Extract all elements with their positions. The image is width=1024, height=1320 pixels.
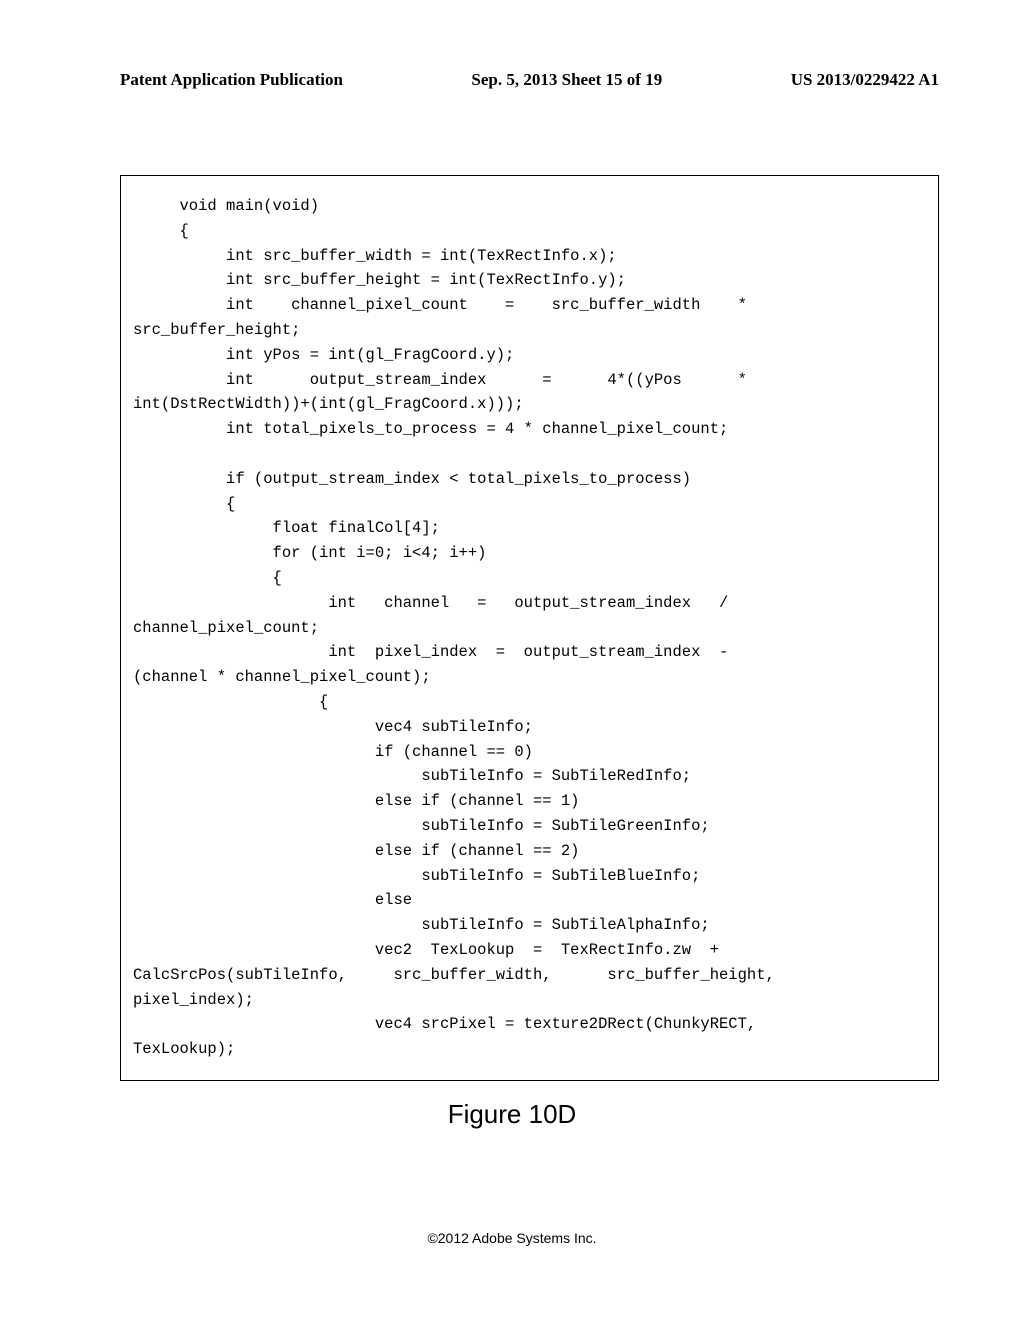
header-left: Patent Application Publication: [120, 70, 343, 90]
header-center: Sep. 5, 2013 Sheet 15 of 19: [471, 70, 662, 90]
figure-caption: Figure 10D: [0, 1099, 1024, 1130]
code-listing: void main(void) { int src_buffer_width =…: [120, 175, 939, 1081]
header-right: US 2013/0229422 A1: [791, 70, 939, 90]
page-header: Patent Application Publication Sep. 5, 2…: [0, 0, 1024, 90]
copyright-notice: ©2012 Adobe Systems Inc.: [0, 1230, 1024, 1246]
